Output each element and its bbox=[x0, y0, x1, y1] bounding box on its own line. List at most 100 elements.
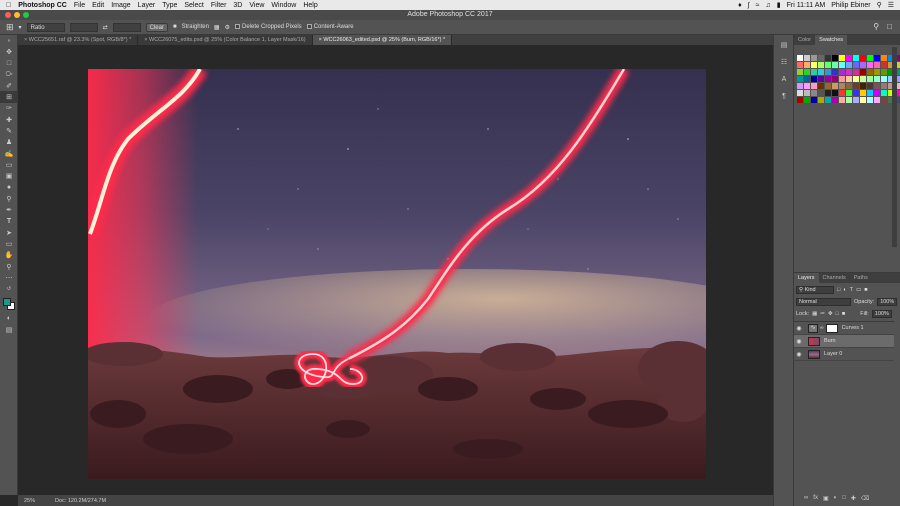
height-field[interactable] bbox=[112, 22, 141, 32]
layer-0[interactable]: ◉ Layer 0 bbox=[794, 348, 894, 361]
mask-link-icon[interactable]: ∞ bbox=[820, 325, 824, 331]
color-swatch[interactable] bbox=[825, 97, 831, 103]
color-swatch[interactable] bbox=[811, 97, 817, 103]
ratio-select[interactable]: Ratio bbox=[26, 22, 65, 32]
delete-cropped-pixels-checkbox[interactable]: Delete Cropped Pixels bbox=[234, 23, 302, 30]
color-swatch[interactable] bbox=[860, 97, 866, 103]
color-swatch[interactable] bbox=[867, 69, 873, 75]
menu-type[interactable]: Type bbox=[162, 2, 177, 9]
menu-window[interactable]: Window bbox=[271, 2, 296, 9]
color-swatch[interactable] bbox=[853, 62, 859, 68]
color-swatch[interactable] bbox=[811, 90, 817, 96]
move-tool-icon[interactable]: ✥ bbox=[0, 46, 18, 57]
color-swatch[interactable] bbox=[860, 62, 866, 68]
smart-object-filter-icon[interactable]: ■ bbox=[864, 287, 867, 293]
tab-wcc25651[interactable]: × WCC25651.raf @ 23.3% (Spot, RGB/8*) * bbox=[18, 35, 139, 45]
color-swatch[interactable] bbox=[797, 83, 803, 89]
document-image[interactable] bbox=[88, 69, 706, 479]
color-swatch[interactable] bbox=[860, 76, 866, 82]
color-swatch[interactable] bbox=[860, 69, 866, 75]
minimize-window-button[interactable] bbox=[14, 12, 20, 18]
color-swatch[interactable] bbox=[867, 97, 873, 103]
type-tool-icon[interactable]: T bbox=[0, 216, 18, 227]
color-swatch[interactable] bbox=[825, 76, 831, 82]
wifi-icon[interactable]: ≈ bbox=[756, 2, 760, 9]
brush-tool-icon[interactable]: ✎ bbox=[0, 125, 18, 136]
color-swatch[interactable] bbox=[818, 62, 824, 68]
menu-help[interactable]: Help bbox=[303, 2, 317, 9]
color-swatch[interactable] bbox=[874, 55, 880, 61]
color-swatch[interactable] bbox=[860, 55, 866, 61]
color-swatch[interactable] bbox=[860, 83, 866, 89]
spotlight-icon[interactable]: ⚲ bbox=[877, 1, 882, 9]
color-swatch[interactable] bbox=[818, 83, 824, 89]
color-swatch[interactable] bbox=[804, 97, 810, 103]
color-swatch[interactable] bbox=[804, 62, 810, 68]
close-window-button[interactable] bbox=[5, 12, 11, 18]
color-swatch[interactable] bbox=[860, 90, 866, 96]
marquee-tool-icon[interactable]: □ bbox=[0, 58, 18, 69]
collapse-toolbar-icon[interactable]: » bbox=[0, 35, 18, 46]
straighten-label[interactable]: Straighten bbox=[182, 24, 209, 30]
color-swatch[interactable] bbox=[846, 69, 852, 75]
color-swatch[interactable] bbox=[846, 90, 852, 96]
tab-swatches[interactable]: Swatches bbox=[815, 35, 848, 45]
color-swatch[interactable] bbox=[832, 62, 838, 68]
clear-button[interactable]: Clear bbox=[145, 22, 168, 32]
tab-wcc26063[interactable]: × WCC26063_edited.psd @ 25% (Burn, RGB/1… bbox=[312, 35, 453, 45]
gear-icon[interactable]: ⚙ bbox=[225, 24, 230, 31]
menu-3d[interactable]: 3D bbox=[233, 2, 242, 9]
volume-icon[interactable]: ♫ bbox=[766, 2, 771, 9]
eraser-tool-icon[interactable]: ▭ bbox=[0, 159, 18, 170]
color-swatch[interactable] bbox=[867, 55, 873, 61]
color-swatch[interactable] bbox=[811, 62, 817, 68]
color-swatch[interactable] bbox=[832, 69, 838, 75]
adjustment-filter-icon[interactable]: ◐ bbox=[843, 287, 846, 293]
color-swatch[interactable] bbox=[825, 55, 831, 61]
notification-center-icon[interactable]: ☰ bbox=[888, 1, 894, 9]
color-swatch[interactable] bbox=[881, 90, 887, 96]
edit-toolbar-icon[interactable]: ⋯ bbox=[0, 272, 18, 283]
tab-wcc26075[interactable]: × WCC26075_edits.psd @ 25% (Color Balanc… bbox=[138, 35, 313, 45]
color-swatch[interactable] bbox=[881, 69, 887, 75]
history-panel-icon[interactable]: ▤ bbox=[774, 38, 794, 52]
lock-pixels-icon[interactable]: ✑ bbox=[820, 311, 825, 317]
checkbox-box[interactable] bbox=[306, 23, 312, 29]
pixel-filter-icon[interactable]: □ bbox=[837, 287, 840, 293]
color-swatch[interactable] bbox=[881, 97, 887, 103]
new-adjustment-layer-icon[interactable]: ◐ bbox=[834, 495, 838, 502]
color-swatch[interactable] bbox=[853, 76, 859, 82]
color-swatch[interactable] bbox=[804, 69, 810, 75]
tool-preset-chevron-icon[interactable]: ▾ bbox=[19, 24, 22, 31]
color-swatch[interactable] bbox=[846, 83, 852, 89]
color-swatch[interactable] bbox=[832, 97, 838, 103]
color-swatch[interactable] bbox=[853, 55, 859, 61]
menu-select[interactable]: Select bbox=[184, 2, 203, 9]
color-swatch[interactable] bbox=[832, 55, 838, 61]
menu-layer[interactable]: Layer bbox=[138, 2, 156, 9]
color-swatch[interactable] bbox=[846, 76, 852, 82]
width-field[interactable] bbox=[69, 22, 98, 32]
color-swatch[interactable] bbox=[874, 97, 880, 103]
hand-tool-icon[interactable]: ✋ bbox=[0, 250, 18, 261]
kind-filter-select[interactable]: ⚲ Kind bbox=[796, 286, 834, 294]
color-swatch[interactable] bbox=[874, 90, 880, 96]
opacity-field[interactable]: 100% bbox=[877, 298, 898, 306]
zoom-window-button[interactable] bbox=[23, 12, 29, 18]
apple-icon[interactable]:  bbox=[6, 2, 11, 9]
menu-file[interactable]: File bbox=[74, 2, 85, 9]
content-aware-checkbox[interactable]: Content-Aware bbox=[306, 23, 354, 30]
battery-icon[interactable]: ▮ bbox=[777, 1, 781, 9]
foreground-color-swatch[interactable] bbox=[3, 297, 11, 306]
color-swatch[interactable] bbox=[804, 90, 810, 96]
color-swatch[interactable] bbox=[874, 69, 880, 75]
pen-tool-icon[interactable]: ✒ bbox=[0, 204, 18, 215]
menu-edit[interactable]: Edit bbox=[92, 2, 104, 9]
color-swatch[interactable] bbox=[867, 62, 873, 68]
fill-field[interactable]: 100% bbox=[871, 310, 892, 318]
new-group-icon[interactable]: □ bbox=[842, 495, 846, 502]
history-brush-tool-icon[interactable]: ✍ bbox=[0, 148, 18, 159]
color-swatch[interactable] bbox=[867, 90, 873, 96]
color-swatch[interactable] bbox=[839, 83, 845, 89]
color-swatch[interactable] bbox=[881, 83, 887, 89]
